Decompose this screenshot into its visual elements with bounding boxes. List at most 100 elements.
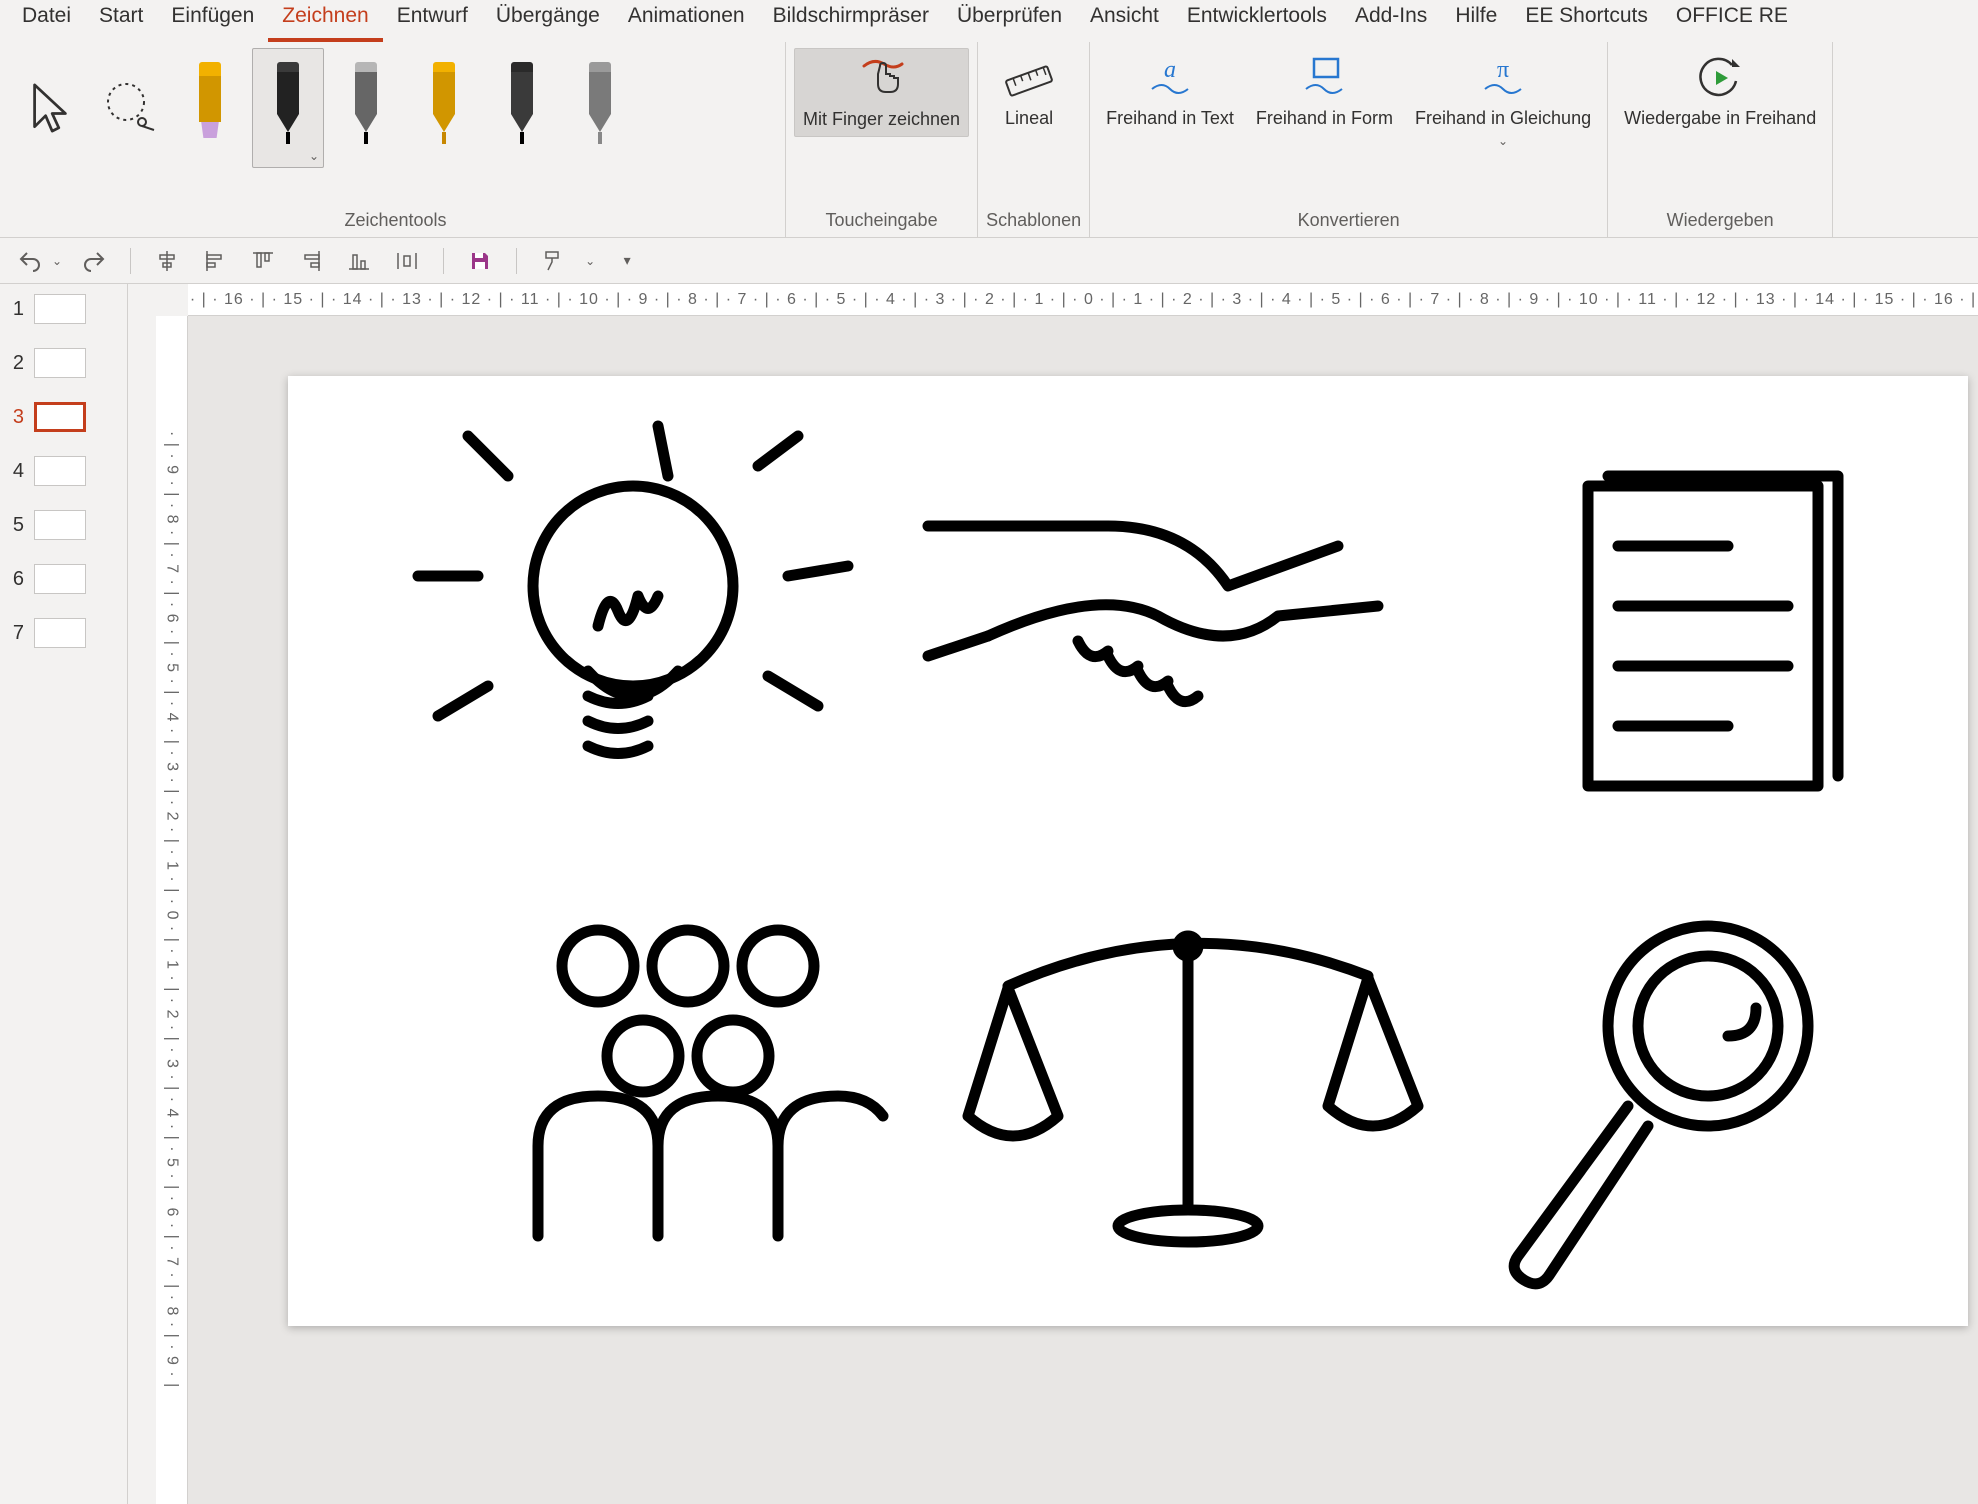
ruler-button[interactable]: Lineal	[986, 48, 1072, 135]
slide-thumb-5[interactable]: 5	[6, 510, 121, 540]
align-bottom-button[interactable]	[343, 245, 375, 277]
slide-canvas[interactable]	[288, 376, 1968, 1326]
distribute-h-button[interactable]	[391, 245, 423, 277]
pencil-icon	[505, 62, 539, 154]
handshake-icon	[928, 526, 1378, 702]
thumbnail-icon	[34, 564, 86, 594]
tab-animationen[interactable]: Animationen	[614, 0, 759, 42]
ink-to-shape-button[interactable]: Freihand in Form	[1248, 48, 1401, 135]
tab-start[interactable]: Start	[85, 0, 157, 42]
lasso-icon	[102, 80, 158, 136]
thumbnail-icon	[34, 456, 86, 486]
tab-office-re[interactable]: OFFICE RE	[1662, 0, 1802, 42]
canvas-background[interactable]	[188, 316, 1978, 1504]
separator	[130, 248, 131, 274]
pen-gray[interactable]	[564, 48, 636, 168]
finger-draw-button[interactable]: Mit Finger zeichnen	[794, 48, 969, 137]
document-icon	[1588, 476, 1838, 786]
ink-replay-label: Wiedergabe in Freihand	[1624, 108, 1816, 129]
ruler-icon	[999, 54, 1059, 102]
vertical-ruler: · | · 9 · | · 8 · | · 7 · | · 6 · | · 5 …	[156, 316, 188, 1504]
pen-icon	[583, 62, 617, 154]
tab-ansicht[interactable]: Ansicht	[1076, 0, 1173, 42]
finger-icon	[852, 55, 912, 103]
ruler-label: Lineal	[1005, 108, 1053, 129]
ink-replay-button[interactable]: Wiedergabe in Freihand	[1616, 48, 1824, 135]
tab-entwicklertools[interactable]: Entwicklertools	[1173, 0, 1341, 42]
pen-orange[interactable]	[408, 48, 480, 168]
svg-text:a: a	[1164, 57, 1176, 83]
slide-thumb-4[interactable]: 4	[6, 456, 121, 486]
highlighter-icon	[193, 62, 227, 154]
tab-hilfe[interactable]: Hilfe	[1441, 0, 1511, 42]
slide-thumb-1[interactable]: 1	[6, 294, 121, 324]
magnifying-glass-icon	[1514, 926, 1808, 1284]
tab-uebergaenge[interactable]: Übergänge	[482, 0, 614, 42]
tab-zeichnen[interactable]: Zeichnen	[268, 0, 382, 42]
separator	[443, 248, 444, 274]
chevron-down-icon[interactable]: ⌄	[52, 254, 62, 268]
horizontal-ruler: · | · 16 · | · 15 · | · 14 · | · 13 · | …	[188, 284, 1978, 316]
tab-datei[interactable]: Datei	[8, 0, 85, 42]
ink-to-math-icon: π	[1473, 54, 1533, 102]
qat-more-button[interactable]: ▾	[611, 245, 643, 277]
redo-button[interactable]	[78, 245, 110, 277]
tab-einfuegen[interactable]: Einfügen	[157, 0, 268, 42]
finger-draw-label: Mit Finger zeichnen	[803, 109, 960, 130]
thumbnail-icon	[34, 510, 86, 540]
tab-ueberpruefen[interactable]: Überprüfen	[943, 0, 1076, 42]
align-center-h-button[interactable]	[151, 245, 183, 277]
cursor-icon	[28, 80, 72, 136]
tab-entwurf[interactable]: Entwurf	[383, 0, 482, 42]
replay-icon	[1690, 54, 1750, 102]
group-schablonen: Lineal Schablonen	[978, 42, 1090, 237]
ribbon-tabs: Datei Start Einfügen Zeichnen Entwurf Üb…	[0, 0, 1978, 42]
tab-bildschirmpraes[interactable]: Bildschirmpräser	[759, 0, 943, 42]
chevron-down-icon[interactable]: ⌄	[1498, 135, 1508, 149]
ink-to-shape-icon	[1294, 54, 1354, 102]
svg-text:π: π	[1497, 57, 1509, 83]
ink-to-math-button[interactable]: π Freihand in Gleichung ⌄	[1407, 48, 1599, 154]
thumbnail-icon	[34, 618, 86, 648]
align-left-button[interactable]	[199, 245, 231, 277]
format-painter-button[interactable]	[537, 245, 569, 277]
ink-to-text-label: Freihand in Text	[1106, 108, 1234, 129]
align-right-button[interactable]	[295, 245, 327, 277]
ink-to-text-button[interactable]: a Freihand in Text	[1098, 48, 1242, 135]
chevron-down-icon[interactable]: ⌄	[585, 254, 595, 268]
save-button[interactable]	[464, 245, 496, 277]
pen-icon	[427, 62, 461, 154]
chevron-down-icon[interactable]: ⌄	[309, 149, 319, 163]
pen-highlighter-yellow[interactable]	[174, 48, 246, 168]
lightbulb-icon	[418, 426, 848, 754]
tab-ee-shortcuts[interactable]: EE Shortcuts	[1511, 0, 1662, 42]
separator	[516, 248, 517, 274]
group-label: Zeichentools	[14, 210, 777, 235]
slide-editor: · | · 16 · | · 15 · | · 14 · | · 13 · | …	[128, 284, 1978, 1504]
pencil-black[interactable]	[486, 48, 558, 168]
scales-icon	[968, 936, 1418, 1242]
group-label: Konvertieren	[1098, 210, 1599, 235]
slide-thumbnail-panel[interactable]: 1 2 3 4 5 6 7	[0, 284, 128, 1504]
group-label: Schablonen	[986, 210, 1081, 235]
pen-thin-black[interactable]	[330, 48, 402, 168]
slide-thumb-2[interactable]: 2	[6, 348, 121, 378]
tab-addins[interactable]: Add-Ins	[1341, 0, 1441, 42]
group-label: Wiedergeben	[1616, 210, 1824, 235]
undo-button[interactable]	[14, 245, 46, 277]
group-wiedergeben: Wiedergabe in Freihand Wiedergeben	[1608, 42, 1833, 237]
pen-black[interactable]: ⌄	[252, 48, 324, 168]
group-label: Toucheingabe	[794, 210, 969, 235]
slide-thumb-3[interactable]: 3	[6, 402, 121, 432]
group-konvertieren: a Freihand in Text Freihand in Form π Fr…	[1090, 42, 1608, 237]
slide-thumb-6[interactable]: 6	[6, 564, 121, 594]
people-icon	[538, 930, 883, 1236]
slide-thumb-7[interactable]: 7	[6, 618, 121, 648]
ink-to-shape-label: Freihand in Form	[1256, 108, 1393, 129]
lasso-tool[interactable]	[92, 48, 168, 168]
select-tool[interactable]	[14, 48, 86, 168]
thumbnail-icon	[34, 402, 86, 432]
align-top-button[interactable]	[247, 245, 279, 277]
ribbon: ⌄	[0, 42, 1978, 238]
workspace: 1 2 3 4 5 6 7 · | · 16 · | · 15 · | · 14…	[0, 284, 1978, 1504]
